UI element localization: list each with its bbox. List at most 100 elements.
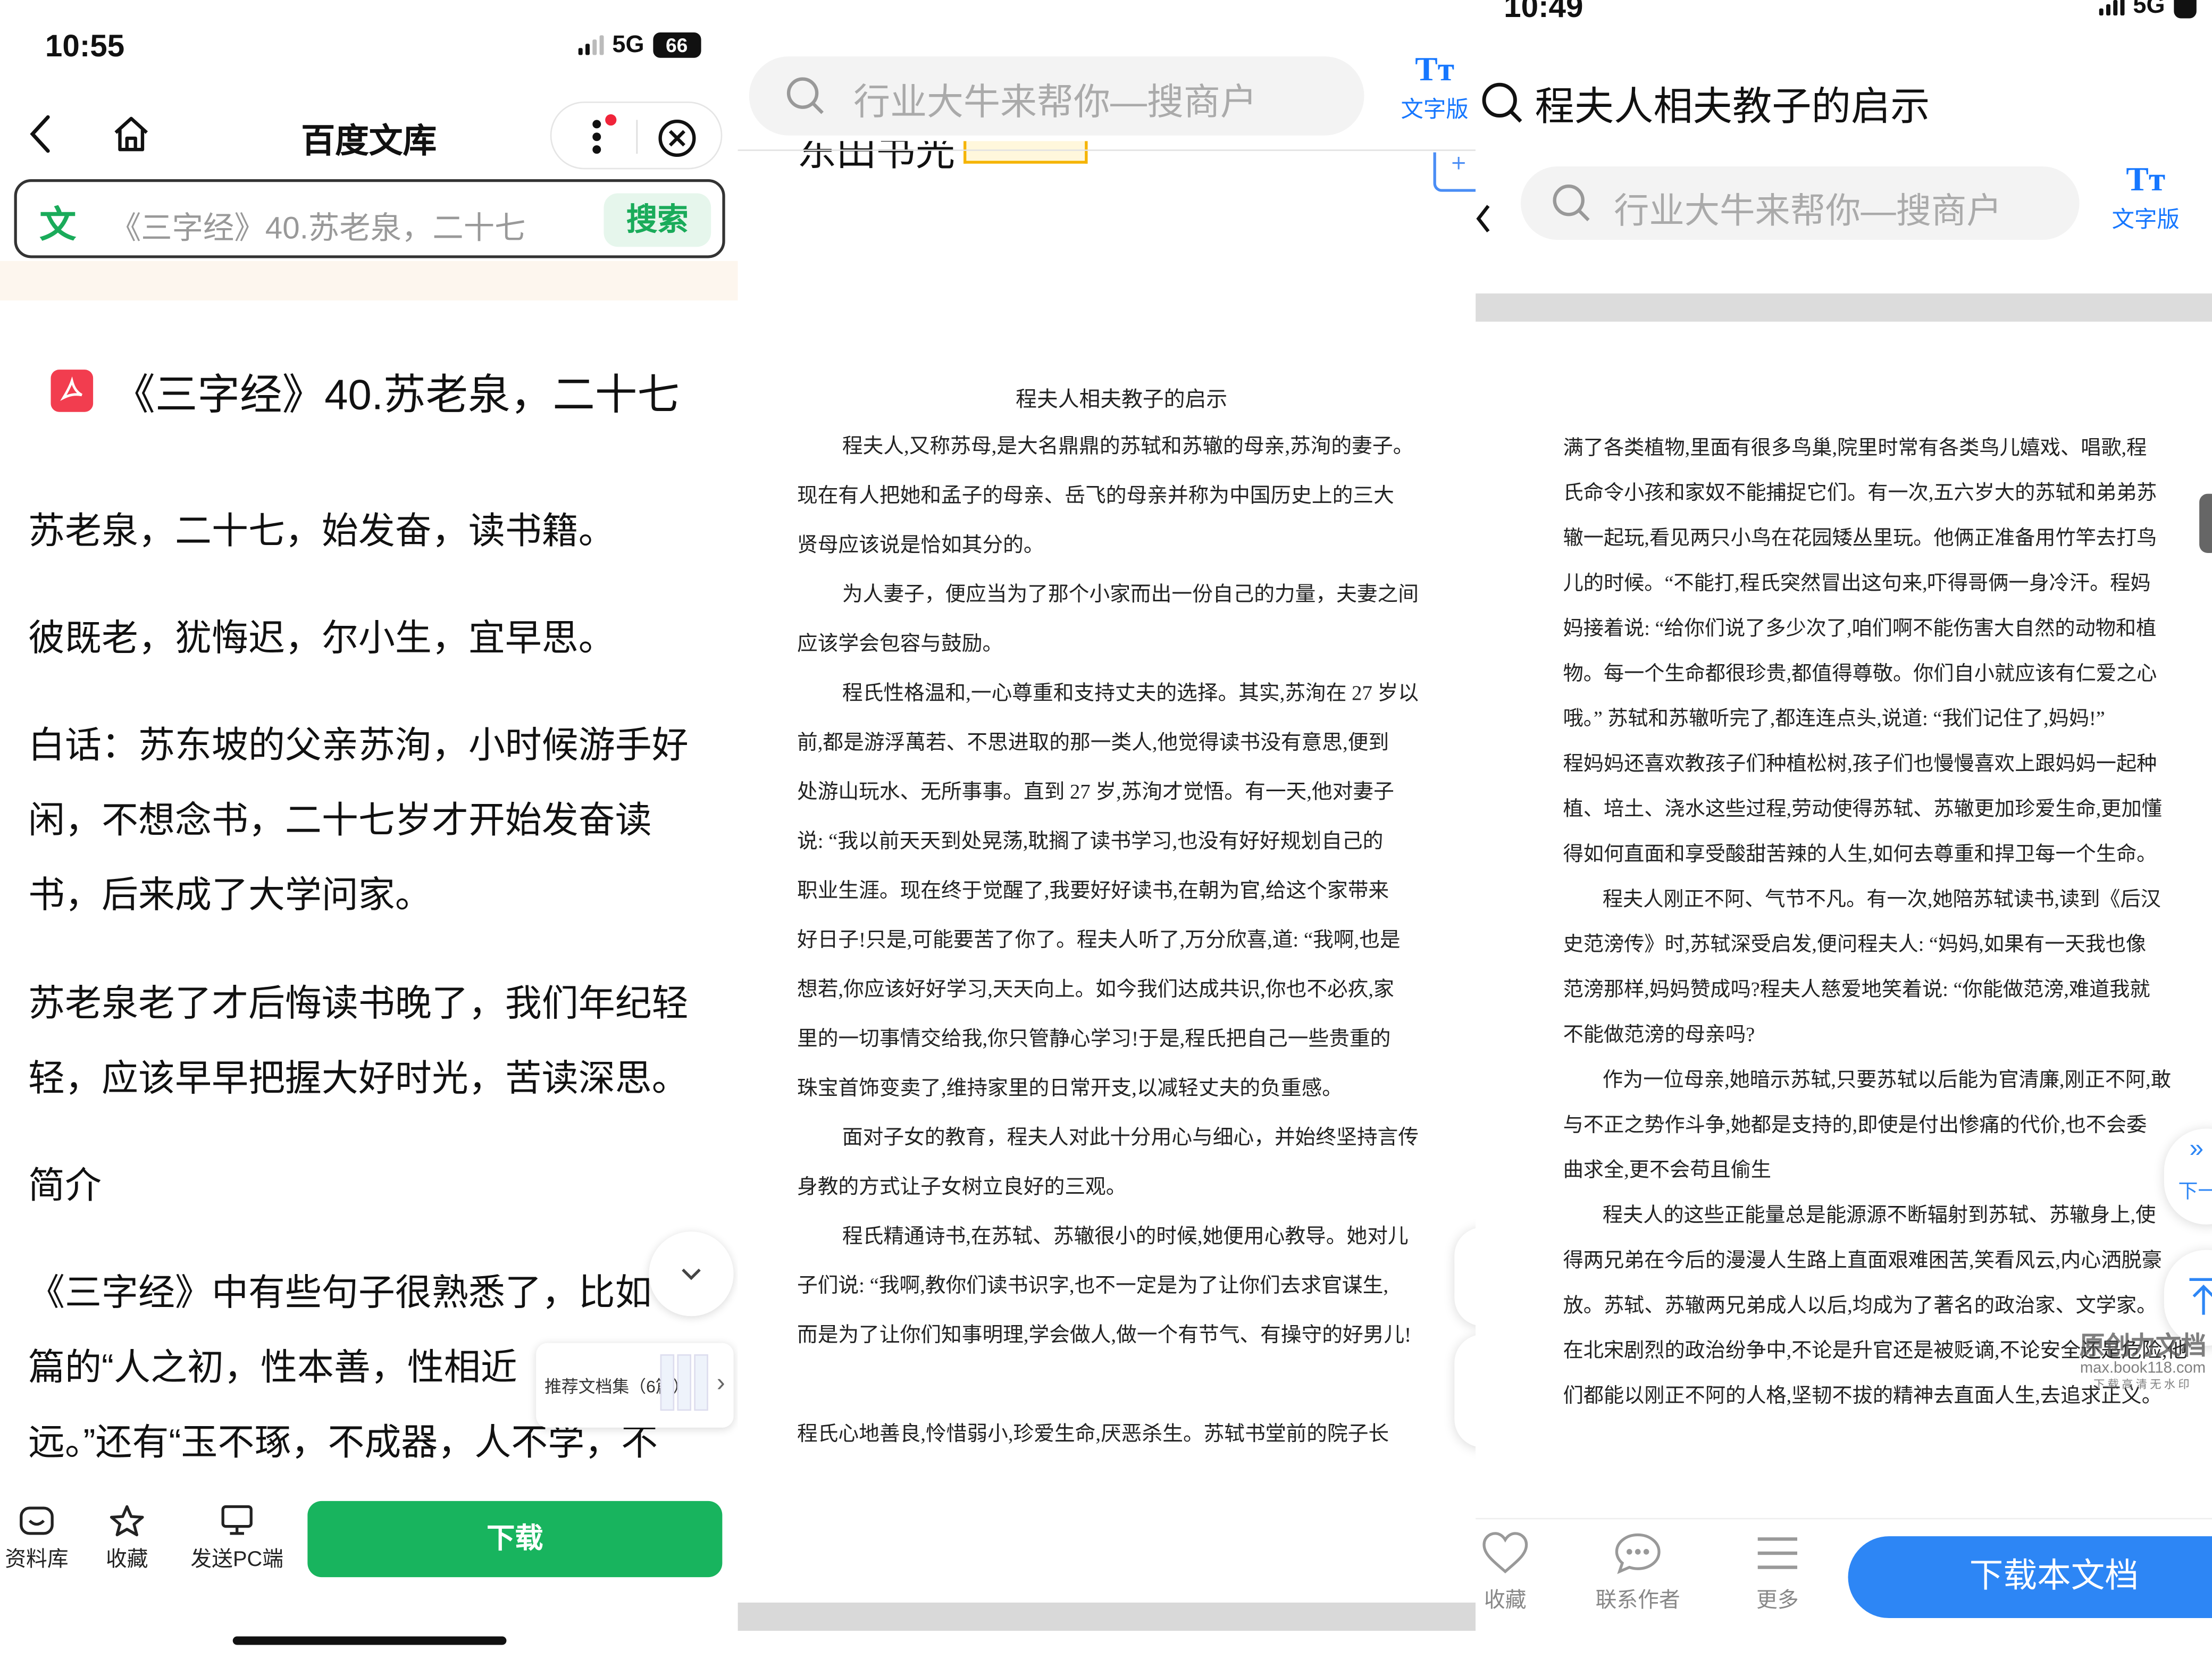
status-right: 5G 66 — [578, 31, 701, 59]
document-line: 程氏性格温和,一心尊重和支持丈夫的选择。其实,苏洵在 27 岁以 — [842, 683, 1419, 706]
document-line: 哦。” 苏轼和苏辙听完了,都连连点头,说道: “我们记住了,妈妈!” — [1563, 708, 2105, 731]
library-tab[interactable]: 资料库 — [3, 1504, 70, 1573]
document-line: 儿的时候。“不能打,程氏突然冒出这句来,吓得哥俩一身冷汗。程妈 — [1563, 573, 2151, 596]
search-input[interactable]: 行业大牛来帮你—搜商户 — [853, 73, 1257, 125]
search-input[interactable]: 《三字经》40.苏老泉，二十七 — [110, 203, 590, 248]
document-line: 不能做范滂的母亲吗? — [1563, 1024, 1755, 1047]
document-line: 处游山玩水、无所事事。直到 27 岁,苏洵才觉悟。有一天,他对妻子 — [797, 781, 1394, 805]
collapse-button[interactable] — [649, 1231, 734, 1317]
doc-thumbnails — [660, 1354, 708, 1411]
monitor-icon — [221, 1505, 253, 1535]
star-icon — [110, 1505, 144, 1537]
paragraph-line: 闲，不想念书，二十七岁才开始发奋读 — [28, 798, 652, 841]
verified-badge — [963, 141, 1088, 164]
banner-strip — [0, 261, 738, 301]
home-indicator — [232, 1636, 507, 1645]
cropped-header: 东田书光 — [738, 141, 1161, 172]
close-icon[interactable] — [656, 117, 699, 160]
document-line: 氏命令小孩和家奴不能捕捉它们。有一次,五六岁大的苏轼和弟弟苏 — [1563, 482, 2157, 505]
document-line: 作为一位母亲,她暗示苏轼,只要苏轼以后能为官清廉,刚正不阿,敢 — [1602, 1069, 2171, 1092]
bottom-toolbar: 收藏 联系作者 更多 下载本文档 — [1476, 1518, 2212, 1659]
text-size-icon: Tт — [2126, 162, 2166, 199]
paragraph-line: 轻，应该早早把握大好时光，苦读深思。 — [28, 1057, 689, 1099]
section-heading: 简介 — [28, 1163, 102, 1206]
library-icon — [20, 1506, 54, 1535]
document-line: 程氏精通诗书,在苏轼、苏辙很小的时候,她便用心教导。她对儿 — [842, 1226, 1409, 1249]
text-mode-label: 文字版 — [2112, 208, 2180, 233]
document-line: 程妈妈还喜欢教孩子们种植松树,孩子们也慢慢喜欢上跟妈妈一起种 — [1563, 753, 2157, 776]
document-line: 珠宝首饰变卖了,维持家里的日常开支,以减轻丈夫的负重感。 — [797, 1077, 1343, 1101]
network-label: 5G — [612, 31, 644, 58]
send-pc-tab[interactable]: 发送PC端 — [183, 1504, 291, 1573]
document-line: 满了各类植物,里面有很多鸟巢,院里时常有各类鸟儿嬉戏、唱歌,程 — [1563, 437, 2147, 460]
document-line: 而是为了让你们知事明理,学会做人,做一个有节气、有操守的好男儿! — [797, 1325, 1412, 1347]
document-lines: 程夫人,又称苏母,是大名鼎鼎的苏轼和苏辙的母亲,苏洵的妻子。 现在有人把她和孟子的… — [797, 423, 1474, 1460]
document-line: 范滂那样,妈妈赞成吗?程夫人慈爱地笑着说: “你能做范滂,难道我就 — [1563, 979, 2150, 1002]
search-input[interactable]: 行业大牛来帮你—搜商户 — [1614, 183, 2002, 234]
document-viewer-panel-a: 行业大牛来帮你—搜商户 Tт 文字版 东田书光 + 程夫人相夫教子的启示 程夫人… — [738, 0, 1476, 1659]
chevron-right-icon: › — [716, 1368, 725, 1397]
paragraph-line: 《三字经》中有些句子很熟悉了，比如 — [28, 1271, 652, 1313]
search-icon — [1549, 181, 1594, 226]
document-line: 身教的方式让子女树立良好的三观。 — [797, 1176, 1127, 1200]
document-line: 得两兄弟在今后的漫漫人生路上直面艰难困苦,笑看风云,内心洒脱豪 — [1563, 1250, 2162, 1273]
side-float-button[interactable] — [1454, 1227, 1476, 1326]
status-right: 5G — [2099, 0, 2196, 20]
signal-icon — [2099, 0, 2125, 16]
chevrons-icon: » — [2189, 1134, 2204, 1163]
page-gap — [738, 1602, 1476, 1631]
text-size-icon: Tт — [1415, 52, 1455, 89]
paragraph-line: 篇的“人之初，性本善，性相近 — [28, 1346, 517, 1388]
merchant-search-bar[interactable]: 行业大牛来帮你—搜商户 — [1520, 166, 2080, 240]
paragraph-line: 白话：苏东坡的父亲苏洵，小时候游手好 — [28, 724, 689, 766]
header-divider — [738, 149, 1476, 151]
document-line: 得如何直面和享受酸甜苦辣的人生,如何去尊重和捍卫每一个生命。 — [1563, 843, 2157, 866]
notification-dot — [605, 114, 617, 126]
search-button[interactable]: 搜索 — [604, 193, 711, 247]
side-float-button[interactable] — [1454, 1334, 1476, 1448]
document-line: 想若,你应该好好学习,天天向上。如今我们达成共识,你也不必疚,家 — [797, 979, 1394, 1002]
document-line: 与不正之势作斗争,她都是支持的,即使是付出惨痛的代价,也不会委 — [1563, 1114, 2147, 1137]
add-icon[interactable]: + — [1433, 152, 1476, 192]
search-icon[interactable] — [1478, 79, 1526, 127]
scrollbar-handle[interactable] — [2199, 493, 2212, 553]
pdf-icon — [51, 370, 94, 412]
contact-author-tab[interactable]: 联系作者 — [1591, 1531, 1685, 1614]
battery-icon: 66 — [652, 32, 701, 58]
recommend-doc-set[interactable]: 推荐文档集（6篇） › — [536, 1343, 734, 1428]
document-line: 面对子女的教育，程夫人对此十分用心与细心，并始终坚持言传 — [842, 1127, 1419, 1150]
signal-icon — [578, 35, 604, 55]
nav-bar: 百度文库 — [0, 96, 738, 175]
status-time: 10:49 — [1504, 0, 1583, 24]
search-bar[interactable]: 文 《三字经》40.苏老泉，二十七 搜索 — [14, 179, 725, 258]
status-bar: 10:55 5G 66 — [0, 0, 738, 85]
document-line: 程夫人的这些正能量总是能源源不断辐射到苏轼、苏辙身上,使 — [1602, 1204, 2156, 1228]
download-button[interactable]: 下载 — [307, 1501, 723, 1578]
more-tab[interactable]: 更多 — [1749, 1531, 1806, 1614]
mini-app-capsule — [550, 102, 723, 170]
paragraph-line: 彼既老，犹悔迟，尔小生，宜早思。 — [28, 616, 615, 659]
contact-author-label: 联系作者 — [1595, 1588, 1680, 1613]
watermark-url: max.book118.com — [2080, 1360, 2206, 1377]
favorite-tab[interactable]: 收藏 — [1478, 1531, 1532, 1614]
back-icon[interactable] — [1476, 197, 1493, 240]
text-mode-toggle[interactable]: Tт 文字版 — [2105, 161, 2186, 234]
text-mode-toggle[interactable]: Tт 文字版 — [1395, 51, 1474, 124]
document-line: 辙一起玩,看见两只小鸟在花园矮丛里玩。他俩正准备用竹竿去打鸟 — [1563, 527, 2157, 550]
paragraph-line: 苏老泉老了才后悔读书晚了，我们年纪轻 — [28, 982, 689, 1025]
document-line: 里的一切事情交给我,你只管静心学习!于是,程氏把自己一些贵重的 — [797, 1028, 1391, 1051]
document-line: 植、培土、浇水这些过程,劳动使得苏轼、苏辙更加珍爱生命,更加懂 — [1563, 798, 2162, 822]
watermark: 原创力文档 max.book118.com 下载高清无水印 — [2065, 1326, 2212, 1393]
more-label: 更多 — [1756, 1588, 1799, 1613]
paragraph-line: 苏老泉，二十七，始发奋，读书籍。 — [28, 509, 615, 552]
paragraph-line: 书，后来成了大学问家。 — [28, 873, 432, 916]
document-lines: 满了各类植物,里面有很多鸟巢,院里时常有各类鸟儿嬉戏、唱歌,程 氏命令小孩和家奴不… — [1563, 426, 2212, 1419]
document-viewer-panel-b: 10:49 5G 程夫人相夫教子的启示 行业大牛来帮你—搜商户 Tт 文字版 满… — [1476, 0, 2212, 1659]
chevron-down-icon — [682, 1268, 701, 1280]
favorite-tab[interactable]: 收藏 — [99, 1504, 155, 1573]
download-document-button[interactable]: 下载本文档 — [1848, 1536, 2212, 1619]
document-line: 曲求全,更不会苟且偷生 — [1563, 1159, 1771, 1183]
merchant-search-bar[interactable]: 行业大牛来帮你—搜商户 — [749, 56, 1364, 136]
document-line: 贤母应该说是恰如其分的。 — [797, 534, 1044, 557]
